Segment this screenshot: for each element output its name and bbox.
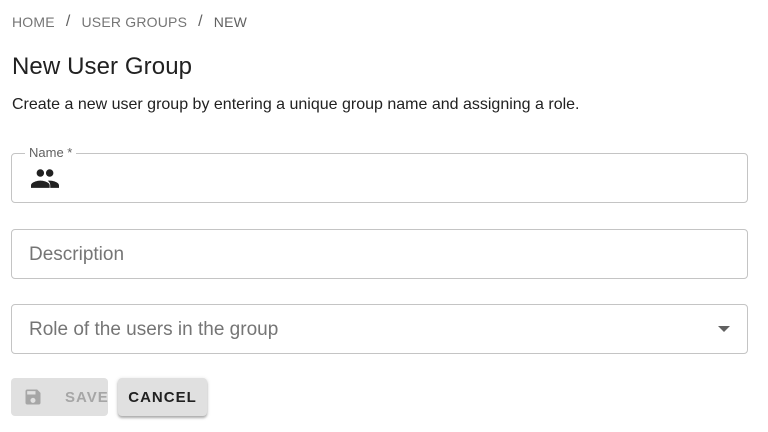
cancel-button[interactable]: CANCEL [118, 378, 207, 416]
breadcrumb-home-link[interactable]: HOME [12, 14, 55, 30]
page-subtitle: Create a new user group by entering a un… [12, 96, 580, 113]
breadcrumb-current: NEW [213, 14, 248, 30]
save-button[interactable]: SAVE [11, 378, 108, 416]
breadcrumb-user-groups-link[interactable]: USER GROUPS [81, 14, 187, 30]
save-button-label: SAVE [65, 388, 109, 406]
description-placeholder: Description [29, 244, 125, 265]
group-icon [31, 168, 59, 188]
new-user-group-page: HOME / USER GROUPS / NEW New User Group … [0, 0, 768, 432]
breadcrumb: HOME / USER GROUPS / NEW [12, 13, 247, 31]
name-field-label: Name * [25, 145, 77, 161]
breadcrumb-separator: / [198, 13, 203, 30]
save-icon [23, 387, 43, 407]
cancel-button-label: CANCEL [128, 388, 197, 406]
page-title: New User Group [12, 53, 193, 80]
description-field[interactable]: Description [11, 229, 748, 279]
name-field[interactable]: Name * [11, 145, 748, 203]
chevron-down-icon [718, 326, 730, 332]
role-select[interactable]: Role of the users in the group [11, 304, 748, 354]
breadcrumb-separator: / [65, 13, 71, 30]
role-placeholder: Role of the users in the group [29, 319, 279, 340]
